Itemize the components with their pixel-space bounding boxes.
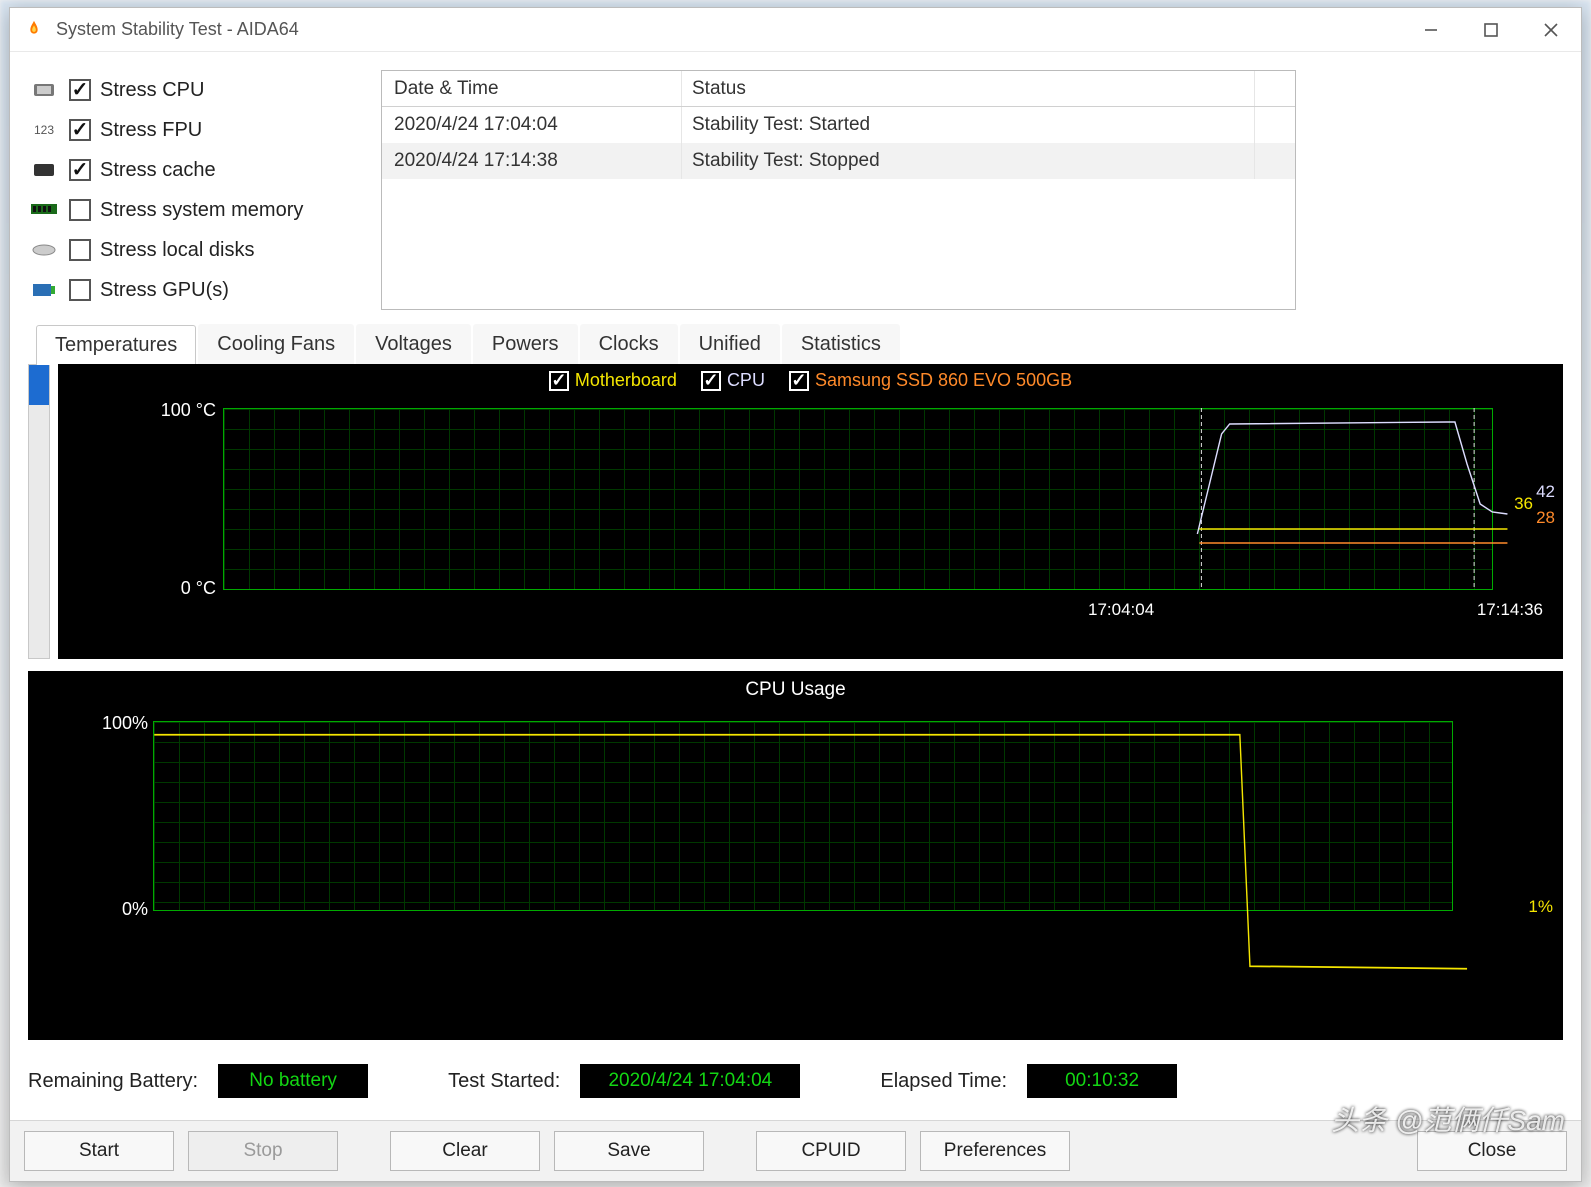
gpu-icon	[28, 280, 60, 300]
sensor-selector[interactable]	[28, 364, 50, 659]
started-value: 2020/4/24 17:04:04	[580, 1064, 800, 1098]
cpu-value-now: 1%	[1528, 897, 1553, 917]
tab-voltages[interactable]: Voltages	[356, 324, 471, 364]
stress-cache-label: Stress cache	[100, 159, 216, 182]
temp-xend: 17:14:36	[1477, 600, 1543, 620]
minimize-icon	[1424, 23, 1438, 37]
tab-clocks[interactable]: Clocks	[580, 324, 678, 364]
stress-memory-label: Stress system memory	[100, 199, 303, 222]
tab-temperatures[interactable]: Temperatures	[36, 325, 196, 365]
window-title: System Stability Test - AIDA64	[56, 19, 299, 40]
elapsed-label: Elapsed Time:	[880, 1070, 1007, 1093]
temp-xstart: 17:04:04	[1088, 600, 1154, 620]
stress-cpu-label: Stress CPU	[100, 79, 204, 102]
elapsed-value: 00:10:32	[1027, 1064, 1177, 1098]
cpu-ymin: 0%	[68, 899, 148, 920]
temp-ymax: 100 °C	[136, 400, 216, 421]
stress-memory-checkbox[interactable]	[69, 199, 91, 221]
maximize-button[interactable]	[1461, 8, 1521, 52]
memory-icon	[28, 200, 60, 220]
log-header-datetime[interactable]: Date & Time	[382, 71, 682, 106]
minimize-button[interactable]	[1401, 8, 1461, 52]
legend-motherboard[interactable]: Motherboard	[549, 370, 677, 391]
close-icon	[1544, 23, 1558, 37]
legend-ssd[interactable]: Samsung SSD 860 EVO 500GB	[789, 370, 1072, 391]
tab-unified[interactable]: Unified	[680, 324, 780, 364]
stress-cache-checkbox[interactable]	[69, 159, 91, 181]
stress-gpu-label: Stress GPU(s)	[100, 279, 229, 302]
cache-chip-icon	[28, 160, 60, 180]
cpu-chip-icon	[28, 80, 60, 100]
titlebar: System Stability Test - AIDA64	[10, 8, 1581, 52]
cpuid-button[interactable]: CPUID	[756, 1131, 906, 1171]
preferences-button[interactable]: Preferences	[920, 1131, 1070, 1171]
app-window: System Stability Test - AIDA64 Stress CP…	[9, 7, 1582, 1182]
stress-gpu-checkbox[interactable]	[69, 279, 91, 301]
temp-value-ssd: 28	[1536, 508, 1555, 528]
legend-cpu[interactable]: CPU	[701, 370, 765, 391]
fpu-icon: 123	[28, 120, 60, 140]
close-window-button[interactable]	[1521, 8, 1581, 52]
disk-icon	[28, 240, 60, 260]
cpu-usage-chart: CPU Usage 100% 0% 1%	[28, 671, 1563, 1040]
tab-cooling-fans[interactable]: Cooling Fans	[198, 324, 354, 364]
tab-statistics[interactable]: Statistics	[782, 324, 900, 364]
event-log-table: Date & Time Status 2020/4/24 17:04:04 St…	[381, 70, 1296, 310]
battery-label: Remaining Battery:	[28, 1070, 198, 1093]
stress-fpu-checkbox[interactable]	[69, 119, 91, 141]
temp-value-cpu: 42	[1536, 482, 1555, 502]
watermark-text: 头条 @范俩仟Sam	[1331, 1099, 1565, 1139]
status-row: Remaining Battery: No battery Test Start…	[28, 1064, 1563, 1098]
battery-value: No battery	[218, 1064, 368, 1098]
maximize-icon	[1484, 23, 1498, 37]
log-row[interactable]: 2020/4/24 17:14:38 Stability Test: Stopp…	[382, 143, 1295, 179]
app-icon	[20, 16, 48, 44]
stress-cpu-checkbox[interactable]	[69, 79, 91, 101]
temp-value-mb: 36	[1514, 494, 1533, 514]
temperature-chart: Motherboard CPU Samsung SSD 860 EVO 500G…	[58, 364, 1563, 659]
stress-disks-label: Stress local disks	[100, 239, 255, 262]
log-row[interactable]: 2020/4/24 17:04:04 Stability Test: Start…	[382, 107, 1295, 143]
stop-button[interactable]: Stop	[188, 1131, 338, 1171]
start-button[interactable]: Start	[24, 1131, 174, 1171]
temp-ymin: 0 °C	[136, 578, 216, 599]
started-label: Test Started:	[448, 1070, 560, 1093]
save-button[interactable]: Save	[554, 1131, 704, 1171]
chart-tabs: Temperatures Cooling Fans Voltages Power…	[36, 324, 1563, 364]
stress-disks-checkbox[interactable]	[69, 239, 91, 261]
log-header-status[interactable]: Status	[682, 71, 1255, 106]
clear-button[interactable]: Clear	[390, 1131, 540, 1171]
cpu-ymax: 100%	[68, 713, 148, 734]
cpu-chart-title: CPU Usage	[28, 671, 1563, 701]
stress-fpu-label: Stress FPU	[100, 119, 202, 142]
tab-powers[interactable]: Powers	[473, 324, 578, 364]
stress-options: Stress CPU 123 Stress FPU Stress cache S…	[28, 70, 363, 310]
